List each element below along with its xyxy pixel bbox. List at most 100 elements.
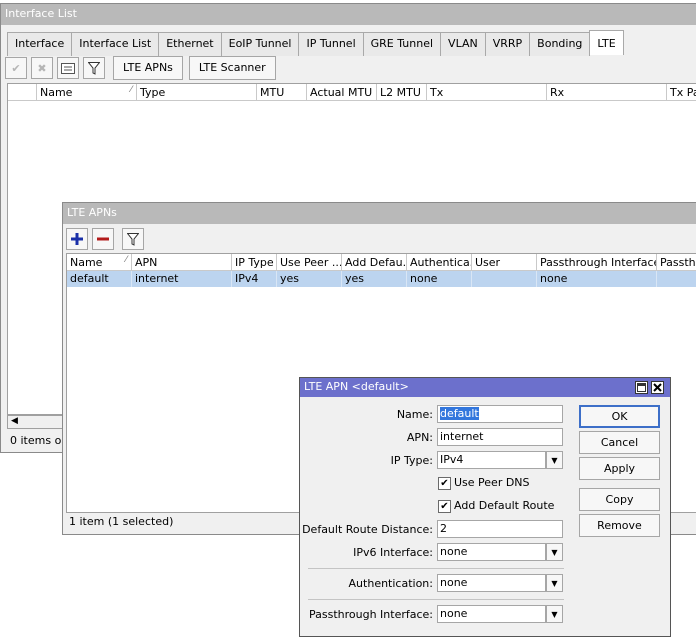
cell-passthrough [657, 271, 696, 287]
remove-apn-button[interactable]: Remove [579, 514, 660, 537]
col-apn-name-label: Name [70, 256, 103, 269]
apn-filter-button[interactable] [122, 228, 144, 250]
dropdown-arrow-icon: ▼ [551, 455, 558, 465]
default-route-distance-label: Default Route Distance: [302, 523, 433, 536]
col-apn-name[interactable]: Name ⁄ [67, 254, 132, 271]
minus-icon [97, 237, 109, 241]
ip-type-label: IP Type: [390, 454, 433, 467]
name-field[interactable]: default [437, 405, 563, 423]
lte-apns-toolbar [66, 228, 148, 250]
tab-lte[interactable]: LTE [589, 30, 624, 55]
tab-vlan[interactable]: VLAN [440, 32, 486, 56]
apn-field[interactable]: internet [437, 428, 563, 446]
interface-list-title: Interface List [5, 7, 77, 20]
restore-button[interactable] [635, 381, 648, 394]
col-flags[interactable] [8, 84, 37, 101]
cell-add-default: yes [342, 271, 407, 287]
separator [308, 599, 564, 600]
col-add-default[interactable]: Add Defau... [342, 254, 407, 271]
col-passthrough[interactable]: Passthr... [657, 254, 696, 271]
disable-button[interactable]: ✖ [31, 57, 53, 79]
sort-icon: ⁄ [130, 85, 132, 95]
ipv6-interface-label: IPv6 Interface: [353, 546, 433, 559]
lte-apns-table-header: Name ⁄ APN IP Type Use Peer ... Add Defa… [67, 254, 696, 271]
ip-type-dropdown[interactable]: ▼ [546, 451, 563, 469]
interface-list-titlebar[interactable]: Interface List [1, 4, 696, 25]
default-route-distance-field[interactable]: 2 [437, 520, 563, 538]
col-authentication[interactable]: Authentica... [407, 254, 472, 271]
close-icon [653, 383, 662, 392]
interface-table-header: Name ⁄ Type MTU Actual MTU L2 MTU Tx Rx … [8, 84, 696, 101]
copy-button[interactable]: Copy [579, 488, 660, 511]
col-actual-mtu[interactable]: Actual MTU [307, 84, 377, 101]
interface-tabs: Interface Interface List Ethernet EoIP T… [7, 30, 624, 56]
lte-apn-dialog-title: LTE APN <default> [304, 380, 409, 393]
filter-button[interactable] [83, 57, 105, 79]
col-user[interactable]: User [472, 254, 537, 271]
tab-bonding[interactable]: Bonding [529, 32, 591, 56]
horizontal-scrollbar[interactable]: ◀ [7, 415, 67, 429]
col-tx[interactable]: Tx [427, 84, 547, 101]
apply-button[interactable]: Apply [579, 457, 660, 480]
add-button[interactable] [66, 228, 88, 250]
lte-scanner-button[interactable]: LTE Scanner [188, 56, 276, 80]
col-mtu[interactable]: MTU [257, 84, 307, 101]
col-use-peer[interactable]: Use Peer ... [277, 254, 342, 271]
comment-button[interactable] [57, 57, 79, 79]
tab-interface-list[interactable]: Interface List [71, 32, 160, 56]
restore-icon [637, 383, 646, 392]
passthrough-interface-select[interactable]: none [437, 605, 546, 623]
col-passthrough-interface[interactable]: Passthrough Interface [537, 254, 657, 271]
table-row[interactable]: default internet IPv4 yes yes none none [67, 271, 696, 287]
cell-name: default [67, 271, 132, 287]
filter-icon [127, 232, 139, 246]
enable-button[interactable]: ✔ [5, 57, 27, 79]
tab-ethernet[interactable]: Ethernet [158, 32, 222, 56]
lte-apns-titlebar[interactable]: LTE APNs [63, 203, 696, 224]
passthrough-interface-label: Passthrough Interface: [308, 608, 433, 621]
col-type[interactable]: Type [137, 84, 257, 101]
ipv6-interface-dropdown[interactable]: ▼ [546, 543, 563, 561]
col-rx[interactable]: Rx [547, 84, 667, 101]
interface-toolbar: ✔ ✖ LTE APNs LTE Scanner [5, 56, 282, 80]
lte-apns-button[interactable]: LTE APNs [113, 56, 183, 80]
col-ip-type[interactable]: IP Type [232, 254, 277, 271]
tab-gre-tunnel[interactable]: GRE Tunnel [362, 32, 442, 56]
cross-icon: ✖ [37, 61, 47, 75]
tab-vrrp[interactable]: VRRP [484, 32, 531, 56]
apn-label: APN: [406, 431, 433, 444]
passthrough-interface-dropdown[interactable]: ▼ [546, 605, 563, 623]
lte-apn-dialog: LTE APN <default> Name: default APN: int… [299, 377, 671, 637]
col-apn[interactable]: APN [132, 254, 232, 271]
cancel-button[interactable]: Cancel [579, 431, 660, 454]
col-name[interactable]: Name ⁄ [37, 84, 137, 101]
plus-icon [71, 233, 83, 245]
ip-type-select[interactable]: IPv4 [437, 451, 546, 469]
tab-eoip-tunnel[interactable]: EoIP Tunnel [220, 32, 300, 56]
authentication-select[interactable]: none [437, 574, 546, 592]
cell-use-peer: yes [277, 271, 342, 287]
add-default-route-label: Add Default Route [454, 499, 555, 512]
lte-apns-title: LTE APNs [67, 206, 117, 219]
dropdown-arrow-icon: ▼ [551, 547, 558, 557]
ok-button[interactable]: OK [579, 405, 660, 428]
use-peer-dns-checkbox[interactable]: ✔ [438, 477, 451, 490]
col-l2-mtu[interactable]: L2 MTU [377, 84, 427, 101]
dropdown-arrow-icon: ▼ [551, 609, 558, 619]
close-button[interactable] [651, 381, 664, 394]
ipv6-interface-select[interactable]: none [437, 543, 546, 561]
remove-button[interactable] [92, 228, 114, 250]
check-icon: ✔ [11, 61, 21, 75]
cell-apn: internet [132, 271, 232, 287]
cell-authentication: none [407, 271, 472, 287]
scroll-left-icon[interactable]: ◀ [11, 416, 18, 426]
add-default-route-checkbox[interactable]: ✔ [438, 500, 451, 513]
authentication-dropdown[interactable]: ▼ [546, 574, 563, 592]
cell-ip-type: IPv4 [232, 271, 277, 287]
check-icon: ✔ [440, 477, 449, 489]
cell-passthrough-interface: none [537, 271, 657, 287]
tab-interface[interactable]: Interface [7, 32, 73, 56]
tab-ip-tunnel[interactable]: IP Tunnel [298, 32, 364, 56]
lte-apn-dialog-titlebar[interactable]: LTE APN <default> [300, 378, 670, 397]
col-tx-packets[interactable]: Tx Pac [667, 84, 696, 101]
